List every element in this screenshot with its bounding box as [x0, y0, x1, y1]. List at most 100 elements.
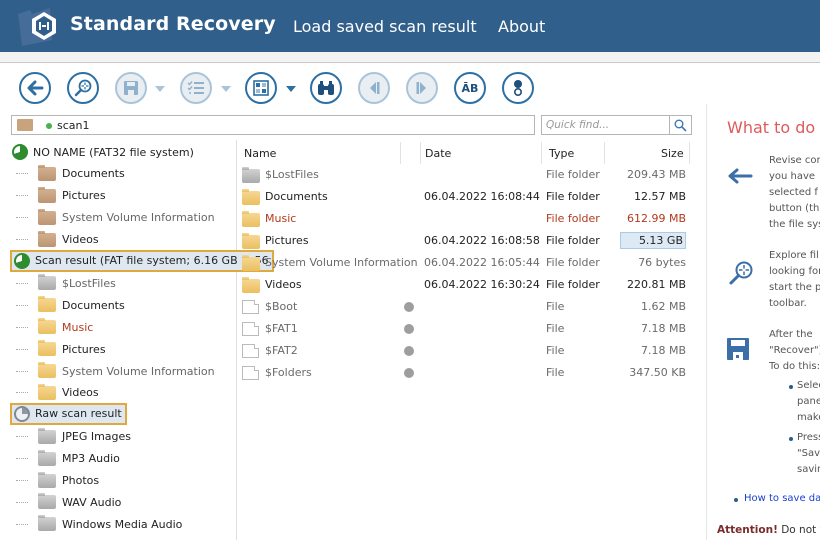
tree-item-label: System Volume Information [62, 211, 215, 225]
back-button[interactable] [19, 72, 51, 104]
tree-item[interactable]: Pictures [0, 185, 106, 207]
file-size: 209.43 MB [626, 168, 686, 181]
tree-item[interactable]: JPEG Images [0, 426, 131, 448]
view-mode-button[interactable] [245, 72, 277, 104]
file-size: 220.81 MB [626, 278, 686, 291]
file-name: Pictures [265, 234, 309, 247]
tree-item[interactable]: $LostFiles [0, 272, 116, 294]
tree-item[interactable]: Videos [0, 382, 99, 404]
tree-root-item[interactable]: Raw scan result [10, 402, 127, 425]
tree-item[interactable]: MP3 Audio [0, 448, 120, 470]
file-list-row[interactable]: Pictures 06.04.2022 16:08:58 File folder 5.… [237, 230, 694, 252]
bullet-icon [789, 385, 793, 389]
tree-item[interactable]: System Volume Information [0, 360, 215, 382]
checklist-dropdown-arrow[interactable] [221, 86, 231, 92]
column-divider[interactable] [689, 142, 690, 164]
file-name: $FAT1 [265, 322, 298, 335]
tree-item[interactable]: Documents [0, 294, 125, 316]
scan-pie-icon [14, 252, 30, 269]
tree-item[interactable]: Music [0, 316, 93, 338]
column-header-type[interactable]: Type [549, 147, 574, 160]
tree-root-item[interactable]: Scan result (FAT file system; 6.16 GB in… [10, 249, 274, 272]
find-button[interactable] [310, 72, 342, 104]
save-button[interactable] [115, 72, 147, 104]
column-divider[interactable] [420, 142, 421, 164]
folder-icon [38, 164, 56, 181]
deleted-marker-icon [404, 346, 414, 356]
file-size: 1.62 MB [640, 300, 686, 313]
tree-item-label: Windows Media Audio [62, 517, 183, 531]
file-list-row[interactable]: Documents 06.04.2022 16:08:44 File folder 1… [237, 186, 694, 208]
magnifier-crosshair-icon [74, 79, 92, 97]
folder-icon [38, 296, 56, 313]
arrow-left-icon [728, 168, 753, 184]
file-list-row[interactable]: $FAT2 File 7.18 MB [237, 340, 694, 362]
nav-about[interactable]: About [498, 17, 545, 36]
file-icon [242, 344, 259, 358]
file-size: 7.18 MB [640, 322, 686, 335]
column-header-name[interactable]: Name [244, 147, 276, 160]
tree-connector [16, 217, 28, 219]
search-button[interactable] [669, 115, 692, 135]
file-list-row[interactable]: $LostFiles File folder 209.43 MB [237, 164, 694, 186]
tree-connector [16, 458, 28, 460]
column-divider[interactable] [400, 142, 401, 164]
file-list-row[interactable]: Music File folder 612.99 MB [237, 208, 694, 230]
info-button[interactable] [502, 72, 534, 104]
file-type: File folder [546, 278, 600, 291]
tree-item[interactable]: Pictures [0, 338, 106, 360]
save-dropdown-arrow[interactable] [155, 86, 165, 92]
tree-item[interactable]: Videos [0, 229, 99, 251]
help-bullet-select: Selec pane make [797, 380, 820, 423]
tree-item-label: System Volume Information [62, 364, 215, 378]
tree-item[interactable]: Photos [0, 470, 99, 492]
file-type: File [546, 300, 565, 313]
bullet-icon [789, 437, 793, 441]
tree-item-label: Documents [62, 298, 125, 312]
toolbar-strip [0, 52, 820, 62]
tree-item[interactable]: Windows Media Audio [0, 513, 182, 535]
file-size: 7.18 MB [640, 344, 686, 357]
path-bar[interactable]: scan1 [11, 115, 535, 135]
tree-item-label: $LostFiles [62, 276, 116, 290]
column-divider[interactable] [604, 142, 605, 164]
status-dot-icon [46, 123, 52, 129]
view-mode-dropdown-arrow[interactable] [286, 86, 296, 92]
scan-button[interactable] [67, 72, 99, 104]
attention-label: Attention! [717, 524, 778, 536]
column-header-size[interactable]: Size [661, 147, 684, 160]
file-name: $LostFiles [265, 168, 319, 181]
previous-button[interactable] [358, 72, 390, 104]
file-type: File folder [546, 256, 600, 269]
file-list-row[interactable]: System Volume Information 06.04.2022 16:0… [237, 252, 694, 274]
tree-item-label: WAV Audio [62, 495, 122, 509]
tree-root-item[interactable]: NO NAME (FAT32 file system) [12, 141, 194, 163]
tree-item-label: Videos [62, 233, 99, 247]
file-type: File [546, 322, 565, 335]
file-list-row[interactable]: $FAT1 File 7.18 MB [237, 318, 694, 340]
column-header-date[interactable]: Date [425, 147, 451, 160]
tree-item[interactable]: Documents [0, 163, 125, 185]
step-forward-icon [416, 82, 426, 94]
folder-icon [38, 471, 56, 488]
column-divider[interactable] [541, 142, 542, 164]
next-button[interactable] [406, 72, 438, 104]
file-size: 347.50 KB [629, 366, 686, 379]
how-to-save-link[interactable]: How to save dat [744, 493, 820, 504]
nav-load-saved-scan[interactable]: Load saved scan result [293, 17, 477, 36]
tree-item-label: Raw scan result [35, 407, 122, 421]
checklist-button[interactable] [180, 72, 212, 104]
file-list-row[interactable]: Videos 06.04.2022 16:30:24 File folder 220.… [237, 274, 694, 296]
file-size: 12.57 MB [633, 190, 686, 203]
file-list-row[interactable]: $Boot File 1.62 MB [237, 296, 694, 318]
file-list-row[interactable]: $Folders File 347.50 KB [237, 362, 694, 384]
tree-item[interactable]: WAV Audio [0, 491, 121, 513]
tree-connector [16, 392, 28, 394]
folder-tree: NO NAME (FAT32 file system) Documents Pict… [0, 140, 274, 540]
folder-icon [38, 274, 56, 291]
quick-find-input[interactable]: Quick find... [541, 115, 670, 135]
encoding-button[interactable]: ĀB [454, 72, 486, 104]
tree-item[interactable]: System Volume Information [0, 207, 215, 229]
deleted-marker-icon [404, 302, 414, 312]
file-type: File folder [546, 190, 600, 203]
